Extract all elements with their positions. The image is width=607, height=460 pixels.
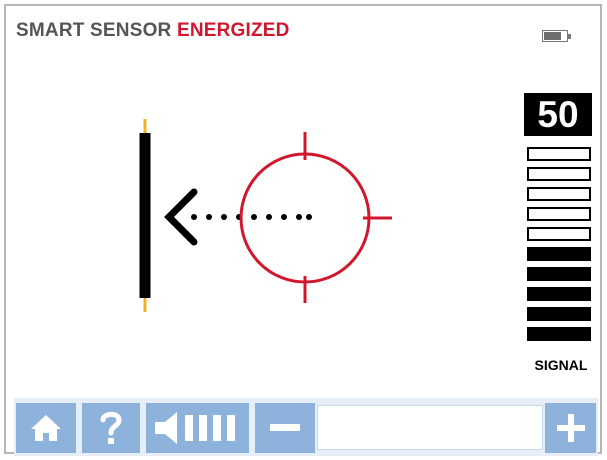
signal-bar-filled [527, 247, 591, 261]
increase-button[interactable] [545, 403, 596, 453]
signal-bar [527, 207, 591, 221]
signal-bar [527, 227, 591, 241]
signal-bar-filled [527, 327, 591, 341]
locator-screen: SMART SENSOR ENERGIZED 50 SIGNAL [4, 4, 602, 456]
crosshair-target-icon [239, 132, 392, 303]
signal-bar-filled [527, 267, 591, 281]
home-button[interactable] [16, 403, 76, 453]
home-icon [31, 415, 61, 441]
decrease-button[interactable] [255, 403, 315, 453]
signal-bar-filled [527, 287, 591, 301]
question-mark-icon [100, 411, 122, 444]
signal-meter [527, 147, 591, 347]
signal-bar [527, 147, 591, 161]
plus-icon [556, 414, 585, 442]
dotted-guide [191, 214, 312, 220]
locator-graphic [139, 119, 392, 312]
signal-value: 50 [524, 93, 592, 136]
help-button[interactable] [82, 403, 140, 453]
signal-bar [527, 187, 591, 201]
minus-icon [270, 424, 300, 431]
level-slider[interactable] [317, 405, 543, 450]
bottom-toolbar [14, 398, 598, 456]
volume-button[interactable] [146, 403, 249, 453]
chevron-left-arrow-icon [164, 188, 198, 246]
signal-label: SIGNAL [534, 357, 588, 373]
speaker-volume-icon [154, 412, 235, 444]
signal-bar-filled [527, 307, 591, 321]
signal-bar [527, 167, 591, 181]
